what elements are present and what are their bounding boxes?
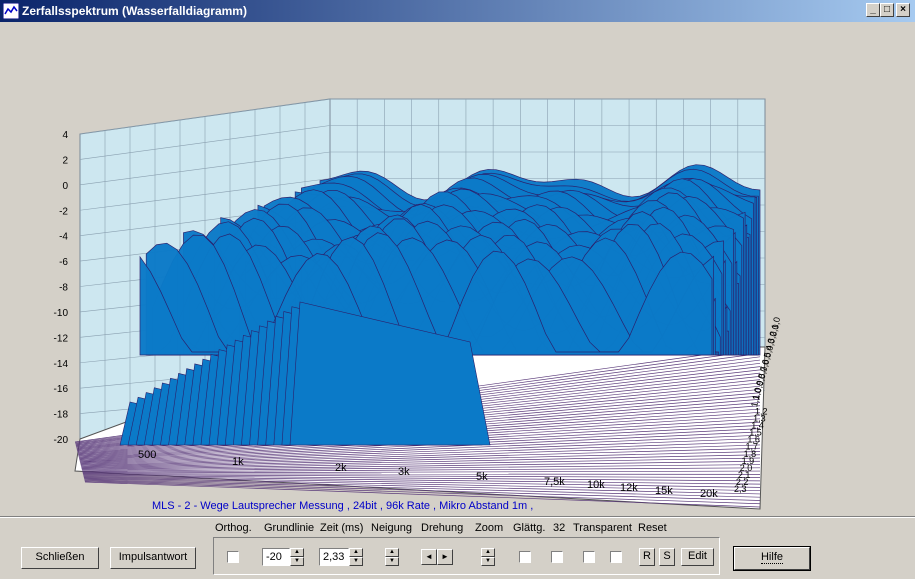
grundlinie-field[interactable]: -20 xyxy=(262,548,290,566)
label-transparent: Transparent xyxy=(573,522,632,534)
x-tick-label: 20k xyxy=(700,488,718,500)
label-count: 32 xyxy=(553,522,566,534)
zoom-spinner[interactable]: ▲ ▼ xyxy=(481,548,495,566)
y-tick-label: -14 xyxy=(54,359,69,370)
z-tick-label: 2,3 xyxy=(734,484,747,494)
y-tick-label: 4 xyxy=(62,130,68,141)
y-tick-label: -8 xyxy=(59,283,68,294)
x-tick-label: 7,5k xyxy=(544,476,565,488)
maximize-button[interactable]: □ xyxy=(880,3,894,17)
label-grundlinie: Grundlinie xyxy=(264,522,315,534)
help-label: Hilfe xyxy=(760,551,783,564)
y-tick-label: -16 xyxy=(54,384,69,395)
x-tick-label: 3k xyxy=(398,466,410,478)
label-glaettg: Glättg. xyxy=(513,522,546,534)
help-button[interactable]: Hilfe xyxy=(733,546,811,571)
label-drehung: Drehung xyxy=(421,522,464,534)
glaettg-checkbox[interactable] xyxy=(519,551,531,563)
y-tick-label: -10 xyxy=(54,308,69,319)
rotate-left-button[interactable]: ◄ xyxy=(421,549,437,565)
y-tick-label: -6 xyxy=(59,257,68,268)
y-tick-label: 2 xyxy=(62,155,68,166)
label-reset: Reset xyxy=(638,522,667,534)
x-tick-label: 500 xyxy=(138,449,156,461)
x-tick-label: 2k xyxy=(335,462,347,474)
divider xyxy=(0,516,915,518)
edit-button[interactable]: Edit xyxy=(681,548,714,566)
rotate-right-button[interactable]: ► xyxy=(437,549,453,565)
label-zoom: Zoom xyxy=(475,522,504,534)
title-bar: Zerfallsspektrum (Wasserfalldiagramm) _ … xyxy=(0,0,915,22)
x-tick-label: 15k xyxy=(655,485,673,497)
grundlinie-spinner[interactable]: ▲ ▼ xyxy=(290,548,304,566)
measurement-caption: MLS - 2 - Wege Lautsprecher Messung , 24… xyxy=(152,500,534,512)
minimize-button[interactable]: _ xyxy=(866,3,880,17)
label-zeit: Zeit (ms) xyxy=(320,522,364,534)
label-neigung: Neigung xyxy=(371,522,412,534)
y-tick-label: -18 xyxy=(54,410,69,421)
x-tick-label: 12k xyxy=(620,482,638,494)
reset-checkbox[interactable] xyxy=(610,551,622,563)
app-icon xyxy=(3,3,19,19)
y-tick-label: -2 xyxy=(59,206,68,217)
waterfall-chart: 4 2 0 -2 -4 -6 -8 -10 -12 -14 -16 -18 -20 500 1k 2k 3k 5… xyxy=(54,98,782,510)
count-checkbox[interactable] xyxy=(551,551,563,563)
y-tick-label: -12 xyxy=(54,333,69,344)
close-button[interactable]: Schließen xyxy=(21,547,99,569)
r-button[interactable]: R xyxy=(639,548,655,566)
x-tick-label: 5k xyxy=(476,471,488,483)
x-tick-label: 10k xyxy=(587,479,605,491)
y-tick-label: -4 xyxy=(59,232,68,243)
zeit-field[interactable]: 2,33 xyxy=(319,548,349,566)
orthog-checkbox[interactable] xyxy=(227,551,239,563)
y-tick-label: 0 xyxy=(62,181,68,192)
x-tick-label: 1k xyxy=(232,456,244,468)
transparent-checkbox[interactable] xyxy=(583,551,595,563)
zeit-spinner[interactable]: ▲ ▼ xyxy=(349,548,363,566)
window-title: Zerfallsspektrum (Wasserfalldiagramm) xyxy=(22,4,247,18)
label-orthog: Orthog. xyxy=(215,522,252,534)
y-tick-label: -20 xyxy=(54,435,69,446)
neigung-spinner[interactable]: ▲ ▼ xyxy=(385,548,399,566)
impulse-response-button[interactable]: Impulsantwort xyxy=(110,547,196,569)
y-axis-labels: 4 2 0 -2 -4 -6 -8 -10 -12 -14 -16 -18 -20 xyxy=(54,130,69,446)
s-button[interactable]: S xyxy=(659,548,675,566)
close-window-button[interactable]: × xyxy=(896,3,910,17)
